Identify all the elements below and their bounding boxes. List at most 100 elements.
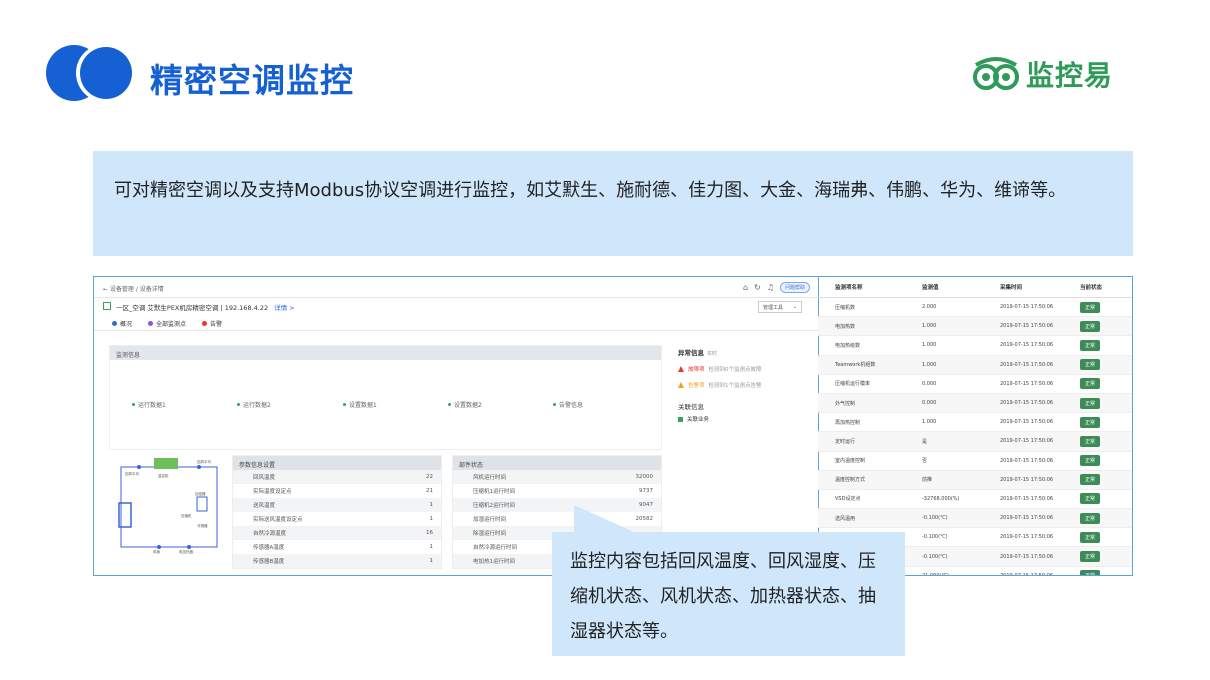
table-row[interactable]: 再加热控制 1.000 2019-07-15 17:50:06 正常 bbox=[818, 413, 1132, 433]
table-row[interactable]: Teamwork机组数 1.000 2019-07-15 17:50:06 正常 bbox=[818, 355, 1132, 375]
col-value[interactable]: 监测值 bbox=[922, 283, 1000, 291]
cell-name: VSD设定点 bbox=[835, 496, 861, 503]
business-icon bbox=[678, 416, 683, 422]
cell-time: 2019-07-15 17:50:06 bbox=[1000, 380, 1054, 387]
fault-row[interactable]: 故障项 检测到0个监测点故障 bbox=[678, 365, 808, 373]
cell-name: 温度控制方式 bbox=[835, 477, 866, 484]
top-bar: ← 设备管理 / 设备详情 ⌂ ↻ ♫ 问题帮助 bbox=[94, 277, 818, 298]
home-icon[interactable]: ⌂ bbox=[743, 283, 748, 292]
owl-logo-icon bbox=[973, 57, 1019, 90]
table-row[interactable]: 室内温度控制 否 2019-07-15 17:50:06 正常 bbox=[818, 452, 1132, 471]
status-badge[interactable]: 正常 bbox=[1080, 531, 1101, 543]
brand-logo: 监控易 bbox=[972, 54, 1113, 94]
status-badge[interactable]: 正常 bbox=[1080, 320, 1101, 332]
cell-label: 送风温度 bbox=[253, 503, 276, 509]
status-badge[interactable]: 正常 bbox=[1080, 416, 1101, 428]
cell-status: 正常 bbox=[1080, 320, 1132, 332]
cell-status: 正常 bbox=[1080, 493, 1132, 505]
table-row[interactable]: 传感器A温度 1 bbox=[233, 540, 441, 554]
monitor-item[interactable]: 设置数据1 bbox=[343, 400, 377, 409]
tab-alarms[interactable]: 告警 bbox=[202, 319, 222, 328]
details-link[interactable]: 详情 > bbox=[274, 304, 295, 312]
tab-overview[interactable]: 概况 bbox=[112, 319, 132, 328]
warning-icon bbox=[678, 366, 684, 372]
status-badge[interactable]: 正常 bbox=[1080, 378, 1101, 390]
monitor-item[interactable]: 运行数据2 bbox=[237, 400, 271, 409]
cell-value: 1.000 bbox=[922, 323, 937, 330]
monitor-item[interactable]: 告警信息 bbox=[553, 400, 583, 409]
table-row[interactable]: 压缩机运行模率 0.000 2019-07-15 17:50:06 正常 bbox=[818, 375, 1132, 394]
table-row[interactable]: 温度控制方式 前推 2019-07-15 17:50:06 正常 bbox=[818, 470, 1132, 490]
manage-tool-select[interactable]: 管理工具 ⌄ bbox=[758, 301, 802, 313]
status-badge[interactable]: 正常 bbox=[1080, 339, 1101, 351]
monitor-item[interactable]: 运行数据1 bbox=[132, 400, 166, 409]
cell-label: 压缩机1运行时间 bbox=[473, 489, 515, 495]
cell-value: 是 bbox=[922, 438, 928, 445]
table-row[interactable]: 实际送风温度设定点 1 bbox=[233, 512, 441, 526]
cell-time: 2019-07-15 17:50:06 bbox=[1000, 515, 1054, 522]
table-row[interactable]: 送风温用 -0.100(℃) 2019-07-15 17:50:06 正常 bbox=[818, 509, 1132, 529]
cell-value: 1.000 bbox=[922, 342, 937, 349]
breadcrumb[interactable]: ← 设备管理 / 设备详情 bbox=[103, 284, 164, 293]
device-name: 一区_空调 艾默生PEX机房精密空调 | 192.168.4.22 bbox=[116, 304, 269, 312]
table-row[interactable]: 压缩机1运行时间 9737 bbox=[453, 484, 661, 498]
manage-tool-label: 管理工具 bbox=[763, 305, 784, 311]
cell-value: 21 bbox=[426, 488, 433, 494]
alarm-row[interactable]: 告警项 检测到1个监测点告警 bbox=[678, 381, 808, 389]
cell-name: 电加热级数 bbox=[835, 342, 861, 349]
cell-time: 2019-07-15 17:50:06 bbox=[1000, 361, 1054, 368]
col-time[interactable]: 采集时间 bbox=[1000, 283, 1080, 291]
cell-label: 风机运行时间 bbox=[473, 475, 507, 481]
tab-label: 概况 bbox=[120, 321, 133, 328]
table-row[interactable]: 自然冷源温度 16 bbox=[233, 526, 441, 540]
cell-time: 2019-07-15 17:50:06 bbox=[1000, 400, 1054, 407]
cell-value: 1 bbox=[429, 544, 434, 550]
table-row[interactable]: 送风温度 1 bbox=[233, 498, 441, 512]
table-row[interactable]: 压缩机数 2.000 2019-07-15 17:50:06 正常 bbox=[818, 298, 1132, 318]
status-badge[interactable]: 正常 bbox=[1080, 474, 1101, 486]
cell-time: 2019-07-15 17:50:06 bbox=[1000, 553, 1054, 560]
col-status[interactable]: 当前状态 bbox=[1080, 283, 1132, 291]
status-badge[interactable]: 正常 bbox=[1080, 301, 1101, 313]
status-badge[interactable]: 正常 bbox=[1080, 435, 1101, 447]
col-name[interactable]: 监测项名称 bbox=[818, 283, 922, 291]
table-row[interactable]: 电加热级数 1.000 2019-07-15 17:50:06 正常 bbox=[818, 336, 1132, 356]
table-row[interactable]: 实际温度设定点 21 bbox=[233, 484, 441, 498]
status-badge[interactable]: 正常 bbox=[1080, 455, 1101, 467]
status-badge[interactable]: 正常 bbox=[1080, 359, 1101, 371]
cell-time: 2019-07-15 17:50:06 bbox=[1000, 495, 1054, 502]
diagram-label: 回风平均 bbox=[197, 459, 211, 464]
description-box: 可对精密空调以及支持Modbus协议空调进行监控，如艾默生、施耐德、佳力图、大金… bbox=[93, 151, 1133, 256]
bell-icon[interactable]: ♫ bbox=[767, 283, 774, 292]
cell-value: 9047 bbox=[639, 502, 653, 508]
cell-time: 2019-07-15 17:50:06 bbox=[1000, 342, 1054, 349]
status-badge[interactable]: 正常 bbox=[1080, 512, 1101, 524]
tab-all-points[interactable]: 全部监测点 bbox=[148, 319, 186, 328]
cell-name: 压缩机数 bbox=[835, 304, 856, 311]
related-item[interactable]: 关联业务 bbox=[678, 415, 808, 423]
monitor-item[interactable]: 设置数据2 bbox=[448, 400, 482, 409]
table-row[interactable]: 定时运行 是 2019-07-15 17:50:06 正常 bbox=[818, 432, 1132, 452]
table-row[interactable]: 回风温度 22 bbox=[233, 470, 441, 484]
table-row[interactable]: 外气控制 0.000 2019-07-15 17:50:06 正常 bbox=[818, 393, 1132, 414]
help-button[interactable]: 问题帮助 bbox=[779, 282, 810, 293]
cell-name: 定时运行 bbox=[835, 438, 856, 445]
cell-status: 正常 bbox=[1080, 359, 1132, 371]
status-badge[interactable]: 正常 bbox=[1080, 551, 1101, 563]
cell-time: 2019-07-15 17:50:06 bbox=[1000, 419, 1054, 426]
cell-label: 压缩机2运行时间 bbox=[473, 503, 515, 509]
status-badge[interactable]: 正常 bbox=[1080, 397, 1101, 409]
cell-name: 电加热数 bbox=[835, 323, 856, 330]
status-badge[interactable]: 正常 bbox=[1080, 493, 1101, 505]
table-row[interactable]: 电加热数 1.000 2019-07-15 17:50:06 正常 bbox=[818, 317, 1132, 337]
table-row[interactable]: 风机运行时间 32000 bbox=[453, 470, 661, 484]
table-row[interactable]: VSD设定点 -32768.000(%) 2019-07-15 17:50:06 正常 bbox=[818, 490, 1132, 510]
cell-name: 压缩机运行模率 bbox=[835, 381, 871, 388]
refresh-icon[interactable]: ↻ bbox=[754, 283, 761, 292]
status-badge[interactable]: 正常 bbox=[1080, 570, 1101, 575]
cell-label: 除湿运行时间 bbox=[473, 531, 507, 537]
cell-label: 自然冷源温度 bbox=[253, 531, 287, 537]
alarm-title: 异常信息 实时 bbox=[678, 349, 718, 357]
table-row[interactable]: 传感器B温度 1 bbox=[233, 554, 441, 568]
cell-value: 0.000 bbox=[922, 400, 937, 407]
